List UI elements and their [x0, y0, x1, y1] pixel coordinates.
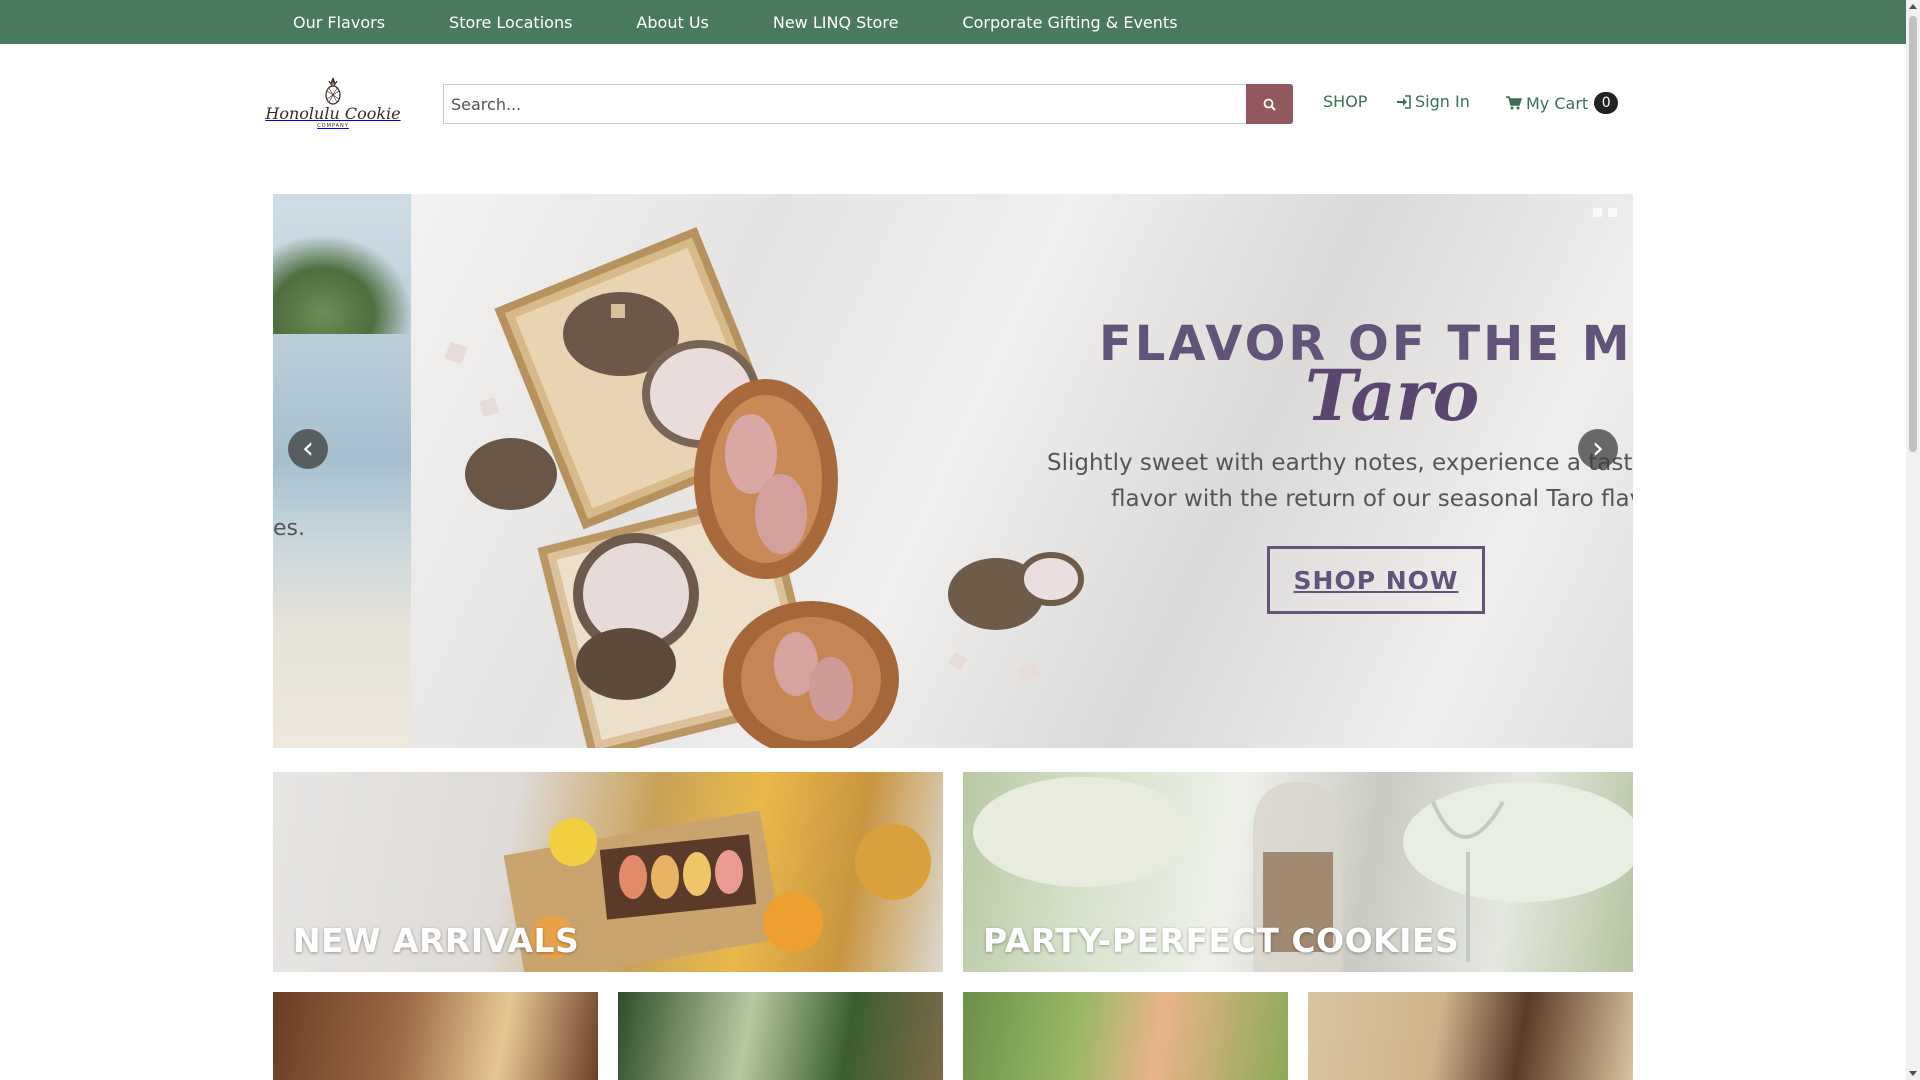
scrollbar-thumb[interactable]: [1909, 16, 1917, 452]
logo[interactable]: Honolulu Cookie COMPANY: [265, 76, 401, 132]
page-scrollbar[interactable]: [1906, 0, 1920, 1080]
logo-wordmark: Honolulu Cookie: [265, 104, 401, 123]
nav-store-locations[interactable]: Store Locations: [429, 0, 592, 44]
new-arrivals-label: NEW ARRIVALS: [293, 921, 580, 960]
hero-description-line1: Slightly sweet with earthy notes, experi…: [1047, 450, 1633, 476]
carousel-prev-arrow-icon[interactable]: ‹: [288, 429, 328, 469]
shop-now-button[interactable]: SHOP NOW: [1267, 546, 1485, 614]
product-category-tile[interactable]: [618, 992, 943, 1080]
carousel-next-arrow-icon[interactable]: ›: [1578, 429, 1618, 469]
party-perfect-cookies-label: PARTY-PERFECT COOKIES: [983, 921, 1460, 960]
nav-about-us[interactable]: About Us: [616, 0, 728, 44]
party-perfect-cookies-tile[interactable]: PARTY-PERFECT COOKIES: [963, 772, 1633, 972]
hero-carousel: es. FLAVOR OF THE M Taro Slightly sweet …: [273, 194, 1633, 748]
cart-count-badge: 0: [1594, 92, 1619, 114]
carousel-dot[interactable]: [1608, 208, 1617, 217]
cart-icon: [1506, 96, 1522, 110]
carousel-dot[interactable]: [1593, 208, 1602, 217]
product-category-tile[interactable]: [963, 992, 1288, 1080]
previous-slide-text: es.: [273, 516, 305, 541]
cart-link[interactable]: My Cart 0: [1506, 92, 1619, 114]
new-arrivals-tile[interactable]: NEW ARRIVALS: [273, 772, 943, 972]
search-icon: [1263, 98, 1276, 111]
search-button[interactable]: [1246, 84, 1293, 124]
sign-in-icon: [1397, 94, 1411, 109]
nav-corporate-gifting[interactable]: Corporate Gifting & Events: [942, 0, 1197, 44]
product-category-tile[interactable]: [1308, 992, 1633, 1080]
cart-label: My Cart: [1526, 93, 1589, 113]
pineapple-logo-icon: [325, 77, 341, 105]
sign-in-label: Sign In: [1415, 92, 1470, 111]
carousel-indicators: [1593, 208, 1617, 217]
nav-new-linq-store[interactable]: New LINQ Store: [753, 0, 919, 44]
previous-slide-peek: es.: [273, 194, 411, 748]
logo-subtitle: COMPANY: [317, 123, 349, 129]
hero-description-line2: flavor with the return of our seasonal T…: [1111, 486, 1633, 512]
nav-our-flavors[interactable]: Our Flavors: [273, 0, 405, 44]
search-input[interactable]: [443, 84, 1246, 124]
search-form: [443, 84, 1293, 124]
sign-in-link[interactable]: Sign In: [1396, 92, 1470, 111]
island-image: [273, 234, 411, 334]
shop-link[interactable]: SHOP: [1323, 92, 1367, 111]
product-category-tile[interactable]: [273, 992, 598, 1080]
top-nav: Our Flavors Store Locations About Us New…: [0, 0, 1906, 44]
scroll-down-arrow-icon[interactable]: [1909, 1071, 1917, 1076]
hero-flavor-name: Taro: [1305, 354, 1480, 437]
scroll-up-arrow-icon[interactable]: [1909, 4, 1917, 9]
